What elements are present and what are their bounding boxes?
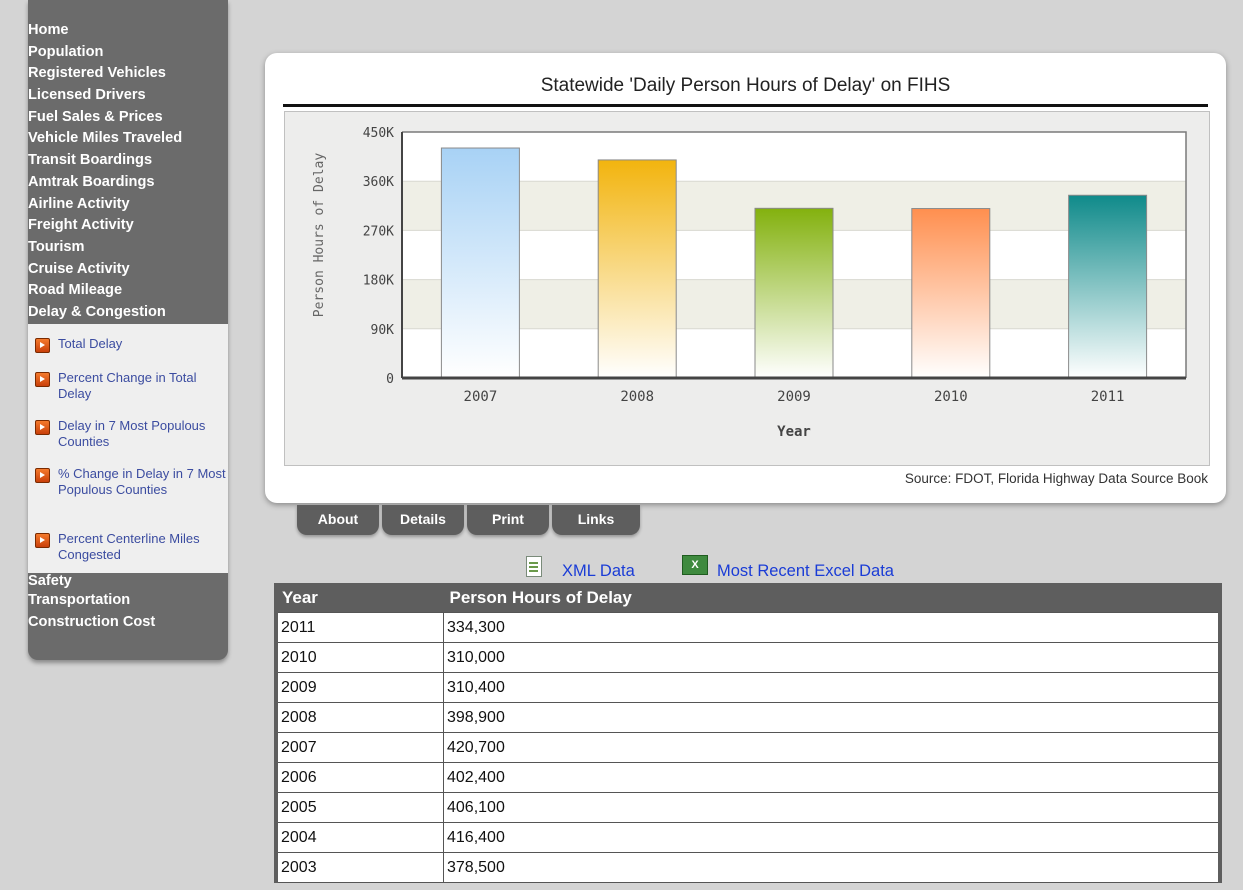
xml-data-label: XML Data [562,562,635,580]
sidebar-item-fuel-sales-and-prices[interactable]: Fuel Sales & Prices [28,107,228,129]
sidebar-item-delay-and-congestion[interactable]: Delay & Congestion [28,302,228,324]
x-tick-label: 2007 [464,389,498,405]
table-row: 2011 334,300 [274,612,1222,643]
sidebar-item-registered-vehicles[interactable]: Registered Vehicles [28,63,228,85]
x-tick-label: 2009 [777,389,811,405]
cell-delay: 398,900 [443,702,1222,733]
cell-delay: 416,400 [443,822,1222,853]
table-header-row: Year Person Hours of Delay [276,583,1220,613]
sidebar-item-home[interactable]: Home [28,20,228,42]
sidebar: Home Population Registered Vehicles License… [28,0,228,660]
cell-delay: 406,100 [443,792,1222,823]
cell-year: 2008 [274,702,444,733]
sidebar-nav-top: Home Population Registered Vehicles License… [28,20,228,324]
sidebar-item-safety[interactable]: Safety [28,574,228,590]
sidebar-item-amtrak-boardings[interactable]: Amtrak Boardings [28,172,228,194]
bar-2011 [1068,194,1148,379]
cell-year: 2005 [274,792,444,823]
y-tick-label: 360K [363,175,394,190]
y-axis-title: Person Hours of Delay [312,153,327,318]
bar-2010 [911,208,991,379]
cell-year: 2003 [274,852,444,883]
y-tick-label: 270K [363,224,394,239]
bar-chart: 0 90K 180K 270K 360K 450K 2007 2008 2009 2010 2011… [312,126,1187,440]
cell-delay: 420,700 [443,732,1222,763]
data-table: Year Person Hours of Delay 2011 334,300 20… [274,583,1222,883]
sidebar-item-licensed-drivers[interactable]: Licensed Drivers [28,85,228,107]
bar-2007 [440,147,520,379]
table-body: 2011 334,300 2010 310,000 2009 310,400 2008 398… [274,612,1222,883]
sidebar-item-vehicle-miles-traveled[interactable]: Vehicle Miles Traveled [28,128,228,150]
tab-links[interactable]: Links [552,505,640,535]
arrow-right-icon [35,533,50,548]
cell-delay: 378,500 [443,852,1222,883]
submenu-item-label: Total Delay [58,336,123,351]
sidebar-item-airline-activity[interactable]: Airline Activity [28,194,228,216]
table-row: 2006 402,400 [274,762,1222,793]
cell-year: 2004 [274,822,444,853]
sidebar-nav-bottom: Safety Transportation Construction Cost [28,574,228,633]
y-tick-label: 0 [386,372,394,387]
sidebar-item-road-mileage[interactable]: Road Mileage [28,280,228,302]
arrow-right-icon [35,338,50,353]
x-tick-label: 2010 [934,389,968,405]
chart-source-note: Source: FDOT, Florida Highway Data Sourc… [904,471,1208,486]
sidebar-item-population[interactable]: Population [28,42,228,64]
cell-delay: 310,400 [443,672,1222,703]
tab-print[interactable]: Print [467,505,549,535]
bar-2009 [754,207,834,379]
cell-delay: 310,000 [443,642,1222,673]
submenu-item-label: Percent Centerline Miles Congested [58,531,200,562]
excel-icon: X [682,555,708,575]
y-tick-label: 450K [363,126,394,141]
y-tick-label: 180K [363,274,394,289]
sidebar-item-construction-cost[interactable]: Construction Cost [28,612,228,634]
arrow-right-icon [35,468,50,483]
submenu-item-label: Percent Change in Total Delay [58,370,197,401]
arrow-right-icon [35,372,50,387]
table-row: 2007 420,700 [274,732,1222,763]
sidebar-item-tourism[interactable]: Tourism [28,237,228,259]
title-divider [283,104,1208,107]
arrow-right-icon [35,420,50,435]
chart-plot-area: 0 90K 180K 270K 360K 450K 2007 2008 2009 2010 2011… [284,111,1210,466]
table-header-delay: Person Hours of Delay [443,583,1220,613]
table-row: 2008 398,900 [274,702,1222,733]
table-row: 2009 310,400 [274,672,1222,703]
x-axis-title: Year [777,424,811,440]
table-row: 2004 416,400 [274,822,1222,853]
tab-about[interactable]: About [297,505,379,535]
xml-data-link[interactable]: XML Data [522,556,662,583]
sidebar-item-transportation[interactable]: Transportation [28,590,228,612]
xml-document-icon [526,556,542,577]
cell-year: 2010 [274,642,444,673]
sidebar-submenu: Total Delay Percent Change in Total Delay… [28,324,228,573]
cell-year: 2006 [274,762,444,793]
table-header-year: Year [276,583,444,613]
sidebar-item-transit-boardings[interactable]: Transit Boardings [28,150,228,172]
table-row: 2005 406,100 [274,792,1222,823]
excel-data-link[interactable]: X Most Recent Excel Data [682,555,952,583]
submenu-item-label: Delay in 7 Most Populous Counties [58,418,206,449]
bar-2008 [597,159,677,379]
excel-data-label: Most Recent Excel Data [717,562,894,580]
cell-year: 2007 [274,732,444,763]
x-tick-label: 2011 [1091,389,1125,405]
sidebar-item-freight-activity[interactable]: Freight Activity [28,215,228,237]
x-tick-label: 2008 [620,389,654,405]
cell-delay: 334,300 [443,612,1222,643]
chart-card: Statewide 'Daily Person Hours of Delay' … [265,53,1226,503]
cell-year: 2009 [274,672,444,703]
cell-delay: 402,400 [443,762,1222,793]
table-row: 2010 310,000 [274,642,1222,673]
chart-title: Statewide 'Daily Person Hours of Delay' … [540,75,951,96]
sidebar-item-cruise-activity[interactable]: Cruise Activity [28,259,228,281]
y-tick-label: 90K [371,323,395,338]
table-row: 2003 378,500 [274,852,1222,883]
submenu-item-label: % Change in Delay in 7 Most Populous Cou… [58,466,226,497]
tab-details[interactable]: Details [382,505,464,535]
cell-year: 2011 [274,612,444,643]
